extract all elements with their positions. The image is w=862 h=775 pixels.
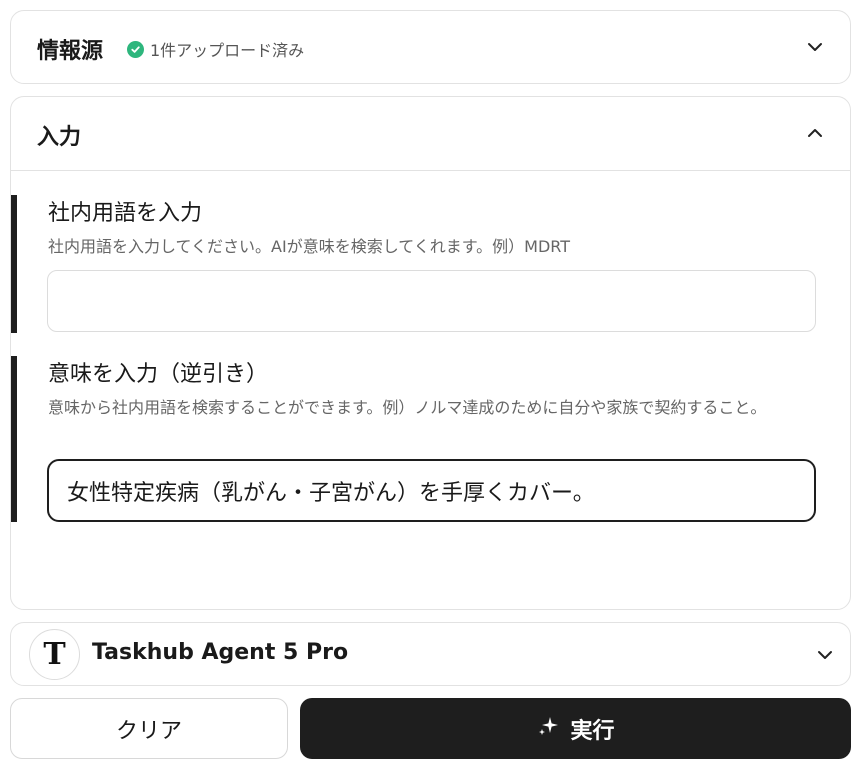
model-name: Taskhub Agent 5 Pro: [92, 640, 349, 665]
term-field-group: 社内用語を入力 社内用語を入力してください。AIが意味を検索してくれます。例）M…: [11, 195, 850, 333]
upload-status-text: 1件アップロード済み: [150, 41, 305, 60]
sources-title: 情報源: [37, 39, 104, 64]
input-panel: 入力 社内用語を入力 社内用語を入力してください。AIが意味を検索してくれます。…: [10, 96, 851, 610]
meaning-field-description: 意味から社内用語を検索することができます。例）ノルマ達成のために自分や家族で契約…: [48, 398, 767, 417]
input-panel-header[interactable]: 入力: [11, 97, 850, 171]
model-avatar: T: [29, 629, 80, 680]
term-input[interactable]: [47, 270, 816, 332]
meaning-field-label: 意味を入力（逆引き）: [48, 362, 269, 387]
meaning-field-group: 意味を入力（逆引き） 意味から社内用語を検索することができます。例）ノルマ達成の…: [11, 356, 850, 522]
term-field-label: 社内用語を入力: [48, 201, 203, 226]
model-selector[interactable]: T Taskhub Agent 5 Pro: [10, 622, 851, 686]
upload-status: 1件アップロード済み: [127, 37, 304, 61]
chevron-down-icon[interactable]: [804, 36, 826, 58]
chevron-down-icon[interactable]: [814, 644, 836, 666]
clear-button[interactable]: クリア: [10, 698, 288, 759]
input-panel-title: 入力: [37, 125, 82, 150]
meaning-input[interactable]: 女性特定疾病（乳がん・子宮がん）を手厚くカバー。: [47, 459, 816, 522]
term-field-description: 社内用語を入力してください。AIが意味を検索してくれます。例）MDRT: [48, 237, 570, 256]
run-button[interactable]: 実行: [300, 698, 851, 759]
check-circle-icon: [127, 40, 144, 58]
chevron-up-icon[interactable]: [804, 122, 826, 144]
sparkle-icon: [536, 714, 560, 744]
run-button-label: 実行: [570, 718, 615, 744]
sources-panel[interactable]: 情報源 1件アップロード済み: [10, 10, 851, 84]
